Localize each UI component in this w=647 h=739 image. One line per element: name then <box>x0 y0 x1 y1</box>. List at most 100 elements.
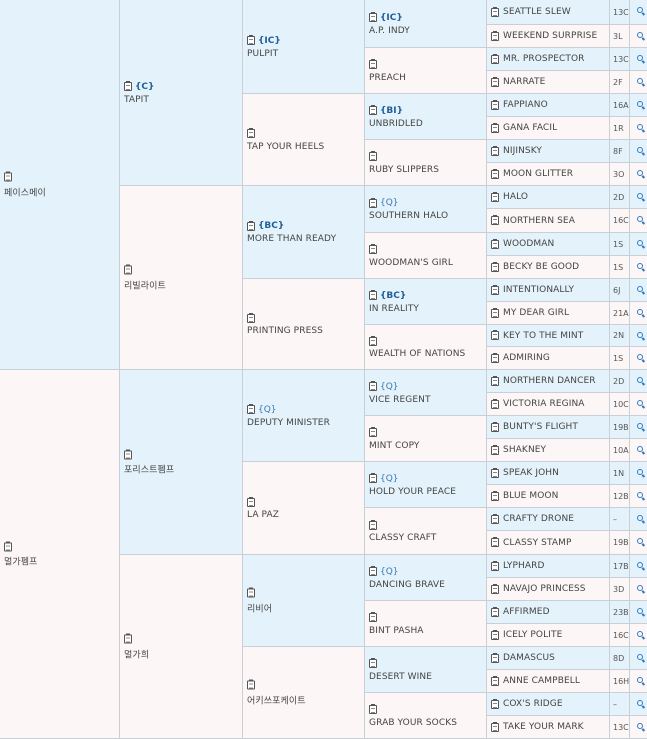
horse-name[interactable]: TAPIT <box>124 95 240 105</box>
clipboard-icon[interactable] <box>491 215 499 225</box>
search-button[interactable] <box>630 163 647 186</box>
gen2-cell[interactable]: 멀가희 <box>120 555 243 739</box>
gen3-cell[interactable]: {Q} DEPUTY MINISTER <box>243 370 365 462</box>
gen3-cell[interactable]: TAP YOUR HEELS <box>243 94 365 186</box>
horse-name[interactable]: SOUTHERN HALO <box>369 211 484 221</box>
gen5-cell[interactable]: HALO <box>487 186 610 209</box>
clipboard-icon[interactable] <box>247 35 255 45</box>
clipboard-icon[interactable] <box>124 633 132 644</box>
clipboard-icon[interactable] <box>247 128 255 138</box>
clipboard-icon[interactable] <box>491 398 499 409</box>
gen4-cell[interactable]: CLASSY CRAFT <box>365 508 487 555</box>
horse-name[interactable]: CLASSY STAMP <box>503 538 572 548</box>
horse-name[interactable]: WEALTH OF NATIONS <box>369 349 484 359</box>
clipboard-icon[interactable] <box>491 307 499 318</box>
gen5-cell[interactable]: BLUE MOON <box>487 485 610 508</box>
search-button[interactable] <box>630 555 647 578</box>
horse-name[interactable]: NORTHERN SEA <box>503 216 575 226</box>
horse-name[interactable]: GRAB YOUR SOCKS <box>369 718 484 728</box>
gen4-cell[interactable]: {Q} DANCING BRAVE <box>365 555 487 601</box>
horse-name[interactable]: RUBY SLIPPERS <box>369 165 484 175</box>
clipboard-icon[interactable] <box>491 352 499 363</box>
horse-name[interactable]: ADMIRING <box>503 353 550 363</box>
gen4-cell[interactable]: GRAB YOUR SOCKS <box>365 693 487 739</box>
horse-name[interactable]: COX'S RIDGE <box>503 699 563 709</box>
clipboard-icon[interactable] <box>247 404 255 414</box>
search-button[interactable] <box>630 256 647 279</box>
gen4-cell[interactable]: WEALTH OF NATIONS <box>365 325 487 370</box>
search-button[interactable] <box>630 117 647 140</box>
horse-name[interactable]: LYPHARD <box>503 561 545 571</box>
gen5-cell[interactable]: MY DEAR GIRL <box>487 302 610 325</box>
clipboard-icon[interactable] <box>369 473 377 483</box>
gen5-cell[interactable]: NAVAJO PRINCESS <box>487 578 610 601</box>
horse-name[interactable]: BLUE MOON <box>503 491 558 501</box>
clipboard-icon[interactable] <box>247 587 255 598</box>
clipboard-icon[interactable] <box>491 629 499 640</box>
horse-name[interactable]: BECKY BE GOOD <box>503 262 579 272</box>
clipboard-icon[interactable] <box>491 99 499 110</box>
clipboard-icon[interactable] <box>491 76 499 87</box>
horse-name[interactable]: HALO <box>503 192 528 202</box>
gen3-cell[interactable]: LA PAZ <box>243 462 365 555</box>
search-button[interactable] <box>630 0 647 25</box>
gen5-cell[interactable]: WOODMAN <box>487 233 610 256</box>
clipboard-icon[interactable] <box>491 444 499 455</box>
gen5-cell[interactable]: GANA FACIL <box>487 117 610 140</box>
gen5-cell[interactable]: SPEAK JOHN <box>487 462 610 485</box>
clipboard-icon[interactable] <box>247 679 255 690</box>
gen2-cell[interactable]: {C} TAPIT <box>120 0 243 186</box>
search-button[interactable] <box>630 531 647 555</box>
horse-name[interactable]: 멀가희 <box>124 647 240 660</box>
horse-name[interactable]: 멀가펨프 <box>4 555 117 568</box>
clipboard-icon[interactable] <box>369 704 377 714</box>
search-button[interactable] <box>630 233 647 256</box>
clipboard-icon[interactable] <box>491 122 499 133</box>
search-button[interactable] <box>630 578 647 601</box>
clipboard-icon[interactable] <box>247 312 255 323</box>
gen4-cell[interactable]: {Q} HOLD YOUR PEACE <box>365 462 487 508</box>
search-button[interactable] <box>630 325 647 347</box>
clipboard-icon[interactable] <box>369 105 377 115</box>
clipboard-icon[interactable] <box>491 560 499 571</box>
gen3-cell[interactable]: {BC} MORE THAN READY <box>243 186 365 279</box>
horse-name[interactable]: FAPPIANO <box>503 100 548 110</box>
horse-name[interactable]: 리비어 <box>247 601 362 614</box>
gen5-cell[interactable]: COX'S RIDGE <box>487 693 610 716</box>
search-button[interactable] <box>630 716 647 739</box>
horse-name[interactable]: DAMASCUS <box>503 653 555 663</box>
clipboard-icon[interactable] <box>491 467 499 478</box>
sire-cell[interactable]: 페이스메이 <box>0 0 120 370</box>
gen5-cell[interactable]: ICELY POLITE <box>487 624 610 647</box>
gen5-cell[interactable]: WEEKEND SURPRISE <box>487 25 610 48</box>
search-button[interactable] <box>630 439 647 462</box>
clipboard-icon[interactable] <box>369 566 377 576</box>
horse-name[interactable]: NARRATE <box>503 77 545 87</box>
gen5-cell[interactable]: INTENTIONALLY <box>487 279 610 302</box>
horse-name[interactable]: MR. PROSPECTOR <box>503 54 585 64</box>
gen5-cell[interactable]: SHAKNEY <box>487 439 610 462</box>
clipboard-icon[interactable] <box>491 168 499 179</box>
clipboard-icon[interactable] <box>369 290 377 300</box>
horse-name[interactable]: UNBRIDLED <box>369 119 484 129</box>
gen4-cell[interactable]: DESERT WINE <box>365 647 487 693</box>
horse-name[interactable]: PULPIT <box>247 49 362 59</box>
search-button[interactable] <box>630 393 647 416</box>
horse-name[interactable]: MINT COPY <box>369 441 484 451</box>
horse-name[interactable]: CLASSY CRAFT <box>369 533 484 543</box>
horse-name[interactable]: DANCING BRAVE <box>369 580 484 590</box>
clipboard-icon[interactable] <box>369 658 377 668</box>
horse-name[interactable]: TAKE YOUR MARK <box>503 722 584 732</box>
clipboard-icon[interactable] <box>369 12 377 22</box>
gen5-cell[interactable]: FAPPIANO <box>487 94 610 117</box>
gen5-cell[interactable]: ANNE CAMPBELL <box>487 670 610 693</box>
clipboard-icon[interactable] <box>491 513 499 524</box>
search-button[interactable] <box>630 370 647 393</box>
horse-name[interactable]: SHAKNEY <box>503 445 546 455</box>
horse-name[interactable]: SEATTLE SLEW <box>503 7 571 17</box>
clipboard-icon[interactable] <box>491 238 499 249</box>
clipboard-icon[interactable] <box>369 59 377 69</box>
clipboard-icon[interactable] <box>491 30 499 41</box>
horse-name[interactable]: MORE THAN READY <box>247 234 362 244</box>
clipboard-icon[interactable] <box>247 496 255 507</box>
